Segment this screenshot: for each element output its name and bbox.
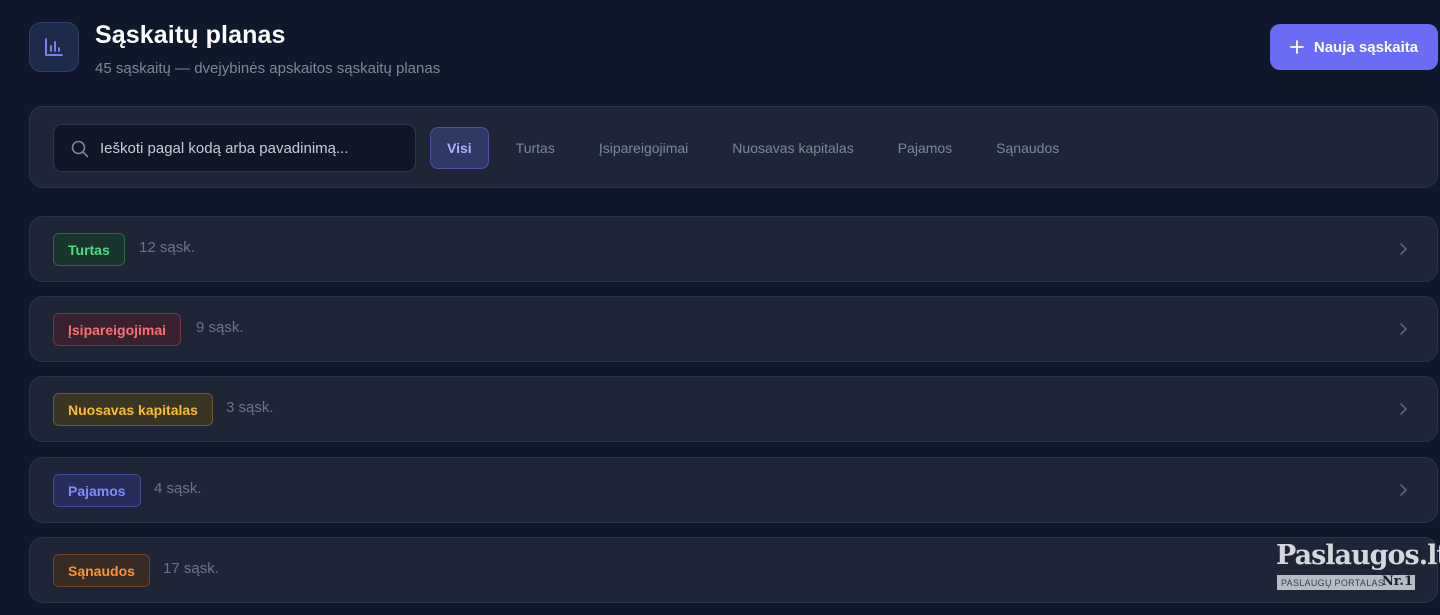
plus-icon (1289, 40, 1304, 54)
group-row-turtas[interactable]: Turtas 12 sąsk. (29, 216, 1438, 282)
group-badge: Pajamos (53, 474, 141, 507)
search-box (53, 124, 416, 172)
page-title: Sąskaitų planas (95, 21, 286, 49)
group-row-nuosavas-kapitalas[interactable]: Nuosavas kapitalas 3 sąsk. (29, 376, 1438, 442)
new-account-button-label: Nauja sąskaita (1313, 38, 1419, 56)
tab-visi[interactable]: Visi (430, 127, 489, 169)
watermark-title: Paslaugos.lt (1276, 540, 1440, 571)
watermark-subtitle: PASLAUGŲ PORTALAS (1281, 577, 1385, 588)
tab-sanaudos[interactable]: Sąnaudos (974, 127, 1081, 169)
group-badge: Turtas (53, 233, 125, 266)
tab-isipareigojimai[interactable]: Įsipareigojimai (577, 127, 710, 169)
search-input[interactable] (100, 125, 410, 171)
chevron-right-icon (1400, 403, 1407, 415)
tab-turtas[interactable]: Turtas (494, 127, 577, 169)
tab-pajamos[interactable]: Pajamos (876, 127, 974, 169)
group-badge: Sąnaudos (53, 554, 150, 587)
page-subtitle: 45 sąskaitų — dvejybinės apskaitos sąska… (95, 60, 441, 77)
new-account-button[interactable]: Nauja sąskaita (1270, 24, 1438, 70)
chevron-right-icon (1400, 323, 1407, 335)
tab-nuosavas-kapitalas[interactable]: Nuosavas kapitalas (710, 127, 875, 169)
filter-bar: Visi Turtas Įsipareigojimai Nuosavas kap… (29, 106, 1438, 188)
group-row-pajamos[interactable]: Pajamos 4 sąsk. (29, 457, 1438, 523)
filter-tabs: Visi Turtas Įsipareigojimai Nuosavas kap… (430, 126, 1081, 170)
group-count: 9 sąsk. (196, 319, 244, 336)
search-icon (71, 140, 89, 158)
group-count: 17 sąsk. (163, 560, 219, 577)
group-row-sanaudos[interactable]: Sąnaudos 17 sąsk. (29, 537, 1438, 603)
watermark-strip: PASLAUGŲ PORTALAS Nr.1 (1277, 574, 1415, 590)
watermark-logo: Paslaugos.lt PASLAUGŲ PORTALAS Nr.1 (1276, 540, 1440, 592)
watermark-rank: Nr.1 (1381, 574, 1413, 589)
chevron-right-icon (1400, 243, 1407, 255)
group-badge: Įsipareigojimai (53, 313, 182, 346)
chevron-right-icon (1400, 484, 1407, 496)
group-count: 4 sąsk. (154, 480, 202, 497)
group-row-isipareigojimai[interactable]: Įsipareigojimai 9 sąsk. (29, 296, 1438, 362)
group-count: 12 sąsk. (139, 239, 195, 256)
chart-of-accounts-page: Sąskaitų planas 45 sąskaitų — dvejybinės… (0, 0, 1440, 615)
bar-chart-icon (29, 22, 79, 72)
group-count: 3 sąsk. (226, 399, 274, 416)
group-badge: Nuosavas kapitalas (53, 393, 213, 426)
